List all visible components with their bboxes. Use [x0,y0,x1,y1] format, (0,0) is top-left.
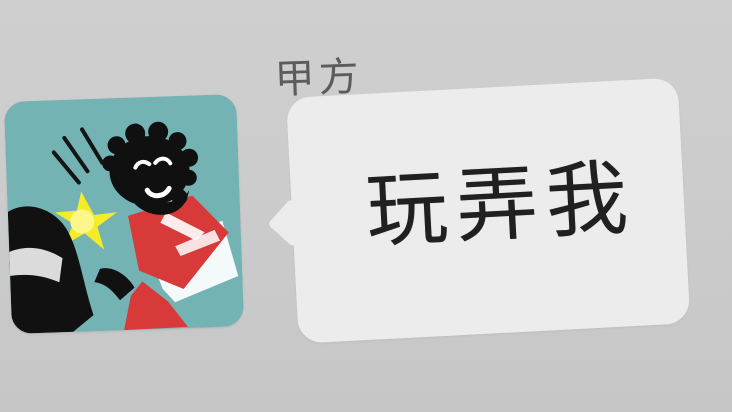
sender-name: 甲方 [273,53,364,103]
message-bubble[interactable]: 玩弄我 [267,77,691,344]
chat-row: 甲方 玩弄我 [0,0,732,412]
message-text: 玩弄我 [363,150,639,260]
avatar-image [4,94,244,334]
message-bubble-tail [267,198,316,247]
avatar[interactable] [4,94,244,334]
